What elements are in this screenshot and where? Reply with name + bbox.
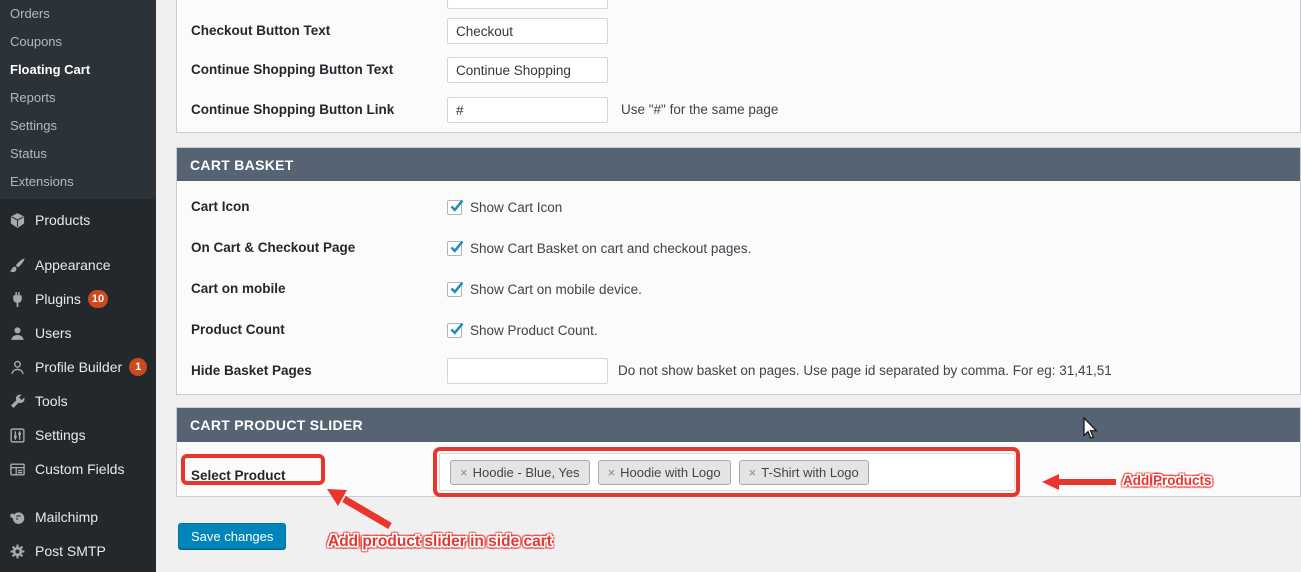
products-icon <box>8 211 26 229</box>
profile-builder-icon <box>8 358 26 376</box>
section-title: CART BASKET <box>177 148 1300 181</box>
sidebar-item-label: Tools <box>35 393 68 409</box>
sidebar-item-custom-fields[interactable]: Custom Fields <box>0 452 156 486</box>
post-smtp-icon <box>8 542 26 560</box>
show-cart-on-pages-checkbox[interactable]: Show Cart Basket on cart and checkout pa… <box>447 240 751 256</box>
section-title: CART PRODUCT SLIDER <box>177 408 1300 442</box>
general-settings-section: Checkout Button Text Continue Shopping B… <box>176 0 1301 133</box>
sidebar-item-settings[interactable]: Settings <box>0 418 156 452</box>
sidebar-item-label: Appearance <box>35 257 111 273</box>
hide-basket-pages-input[interactable] <box>447 358 608 384</box>
sidebar-item-label: Users <box>35 325 72 341</box>
sidebar-item-users[interactable]: Users <box>0 316 156 350</box>
appearance-icon <box>8 256 26 274</box>
field-label: Product Count <box>191 322 285 337</box>
show-product-count-checkbox[interactable]: Show Product Count. <box>447 322 598 338</box>
sidebar-item-label: Mailchimp <box>35 509 99 525</box>
sidebar-item-appearance[interactable]: Appearance <box>0 248 156 282</box>
users-icon <box>8 324 26 342</box>
sidebar-item-settings-wc[interactable]: Settings <box>0 112 156 140</box>
checkbox-label[interactable]: Show Cart Basket on cart and checkout pa… <box>470 241 751 256</box>
wp-admin-page: Orders Coupons Floating Cart Reports Set… <box>0 0 1301 572</box>
continue-shopping-link-input[interactable] <box>447 97 608 123</box>
sidebar-item-floating-cart[interactable]: Floating Cart <box>0 56 156 84</box>
tools-icon <box>8 392 26 410</box>
sidebar-item-label: Profile Builder <box>35 359 123 375</box>
checkbox-checked-icon[interactable] <box>447 322 464 338</box>
sidebar-item-coupons[interactable]: Coupons <box>0 28 156 56</box>
checkbox-label[interactable]: Show Cart Icon <box>470 200 562 215</box>
checkbox-checked-icon[interactable] <box>447 199 464 215</box>
show-cart-mobile-checkbox[interactable]: Show Cart on mobile device. <box>447 281 642 297</box>
sidebar-item-products[interactable]: Products <box>0 203 156 237</box>
field-hint: Use "#" for the same page <box>621 102 779 117</box>
sidebar-item-extensions[interactable]: Extensions <box>0 168 156 196</box>
admin-main-menu: Products Appearance Plugins 10 Users Pro… <box>0 203 156 568</box>
sidebar-item-label: Plugins <box>35 291 81 307</box>
checkbox-checked-icon[interactable] <box>447 281 464 297</box>
sidebar-item-label: Custom Fields <box>35 461 125 477</box>
checkout-button-text-input[interactable] <box>447 18 608 44</box>
annotation-add-product-slider-text: Add product slider in side cart <box>328 533 552 550</box>
annotation-box-select-label <box>181 454 325 485</box>
profile-builder-badge: 1 <box>129 358 148 376</box>
sidebar-item-reports[interactable]: Reports <box>0 84 156 112</box>
sidebar-item-tools[interactable]: Tools <box>0 384 156 418</box>
sidebar-item-mailchimp[interactable]: Mailchimp <box>0 500 156 534</box>
custom-fields-icon <box>8 460 26 478</box>
checkbox-checked-icon[interactable] <box>447 240 464 256</box>
field-label: Checkout Button Text <box>191 23 331 38</box>
sidebar-item-post-smtp[interactable]: Post SMTP <box>0 534 156 568</box>
continue-shopping-text-input[interactable] <box>447 57 608 83</box>
field-label: Continue Shopping Button Text <box>191 62 394 77</box>
annotation-add-products-text: Add Products <box>1123 473 1212 488</box>
checkbox-label[interactable]: Show Cart on mobile device. <box>470 282 642 297</box>
sidebar-item-orders[interactable]: Orders <box>0 0 156 28</box>
sidebar-item-label: Products <box>35 212 91 228</box>
annotation-box-select-field <box>433 447 1020 497</box>
sidebar-item-profile-builder[interactable]: Profile Builder 1 <box>0 350 156 384</box>
plugins-icon <box>8 290 26 308</box>
field-label: On Cart & Checkout Page <box>191 240 356 255</box>
sidebar-item-label: Post SMTP <box>35 543 106 559</box>
checkbox-label[interactable]: Show Product Count. <box>470 323 598 338</box>
show-cart-icon-checkbox[interactable]: Show Cart Icon <box>447 199 562 215</box>
woocommerce-submenu: Orders Coupons Floating Cart Reports Set… <box>0 0 156 199</box>
sidebar-item-plugins[interactable]: Plugins 10 <box>0 282 156 316</box>
mailchimp-icon <box>8 508 26 526</box>
field-label: Hide Basket Pages <box>191 363 312 378</box>
sidebar-item-label: Settings <box>35 427 86 443</box>
field-label: Cart on mobile <box>191 281 286 296</box>
settings-icon <box>8 426 26 444</box>
field-label: Cart Icon <box>191 199 250 214</box>
plugins-update-badge: 10 <box>87 290 109 308</box>
save-changes-button[interactable]: Save changes <box>178 523 287 549</box>
sidebar-item-status[interactable]: Status <box>0 140 156 168</box>
cropped-input-top[interactable] <box>447 0 608 9</box>
field-label: Continue Shopping Button Link <box>191 102 395 117</box>
cart-basket-section: CART BASKET Cart Icon Show Cart Icon On … <box>176 147 1301 395</box>
admin-sidebar: Orders Coupons Floating Cart Reports Set… <box>0 0 156 572</box>
field-hint: Do not show basket on pages. Use page id… <box>618 363 1112 378</box>
